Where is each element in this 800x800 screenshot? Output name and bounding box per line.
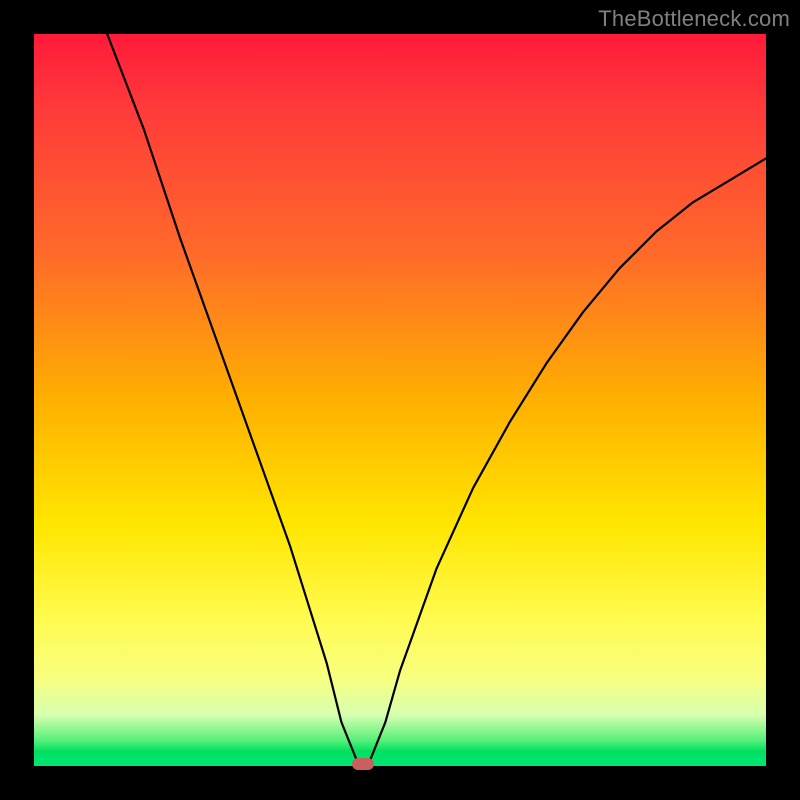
curve-path	[107, 34, 766, 766]
chart-frame: TheBottleneck.com	[0, 0, 800, 800]
plot-area	[34, 34, 766, 766]
bottleneck-curve	[34, 34, 766, 766]
attribution-text: TheBottleneck.com	[598, 6, 790, 32]
optimum-marker	[352, 758, 374, 770]
